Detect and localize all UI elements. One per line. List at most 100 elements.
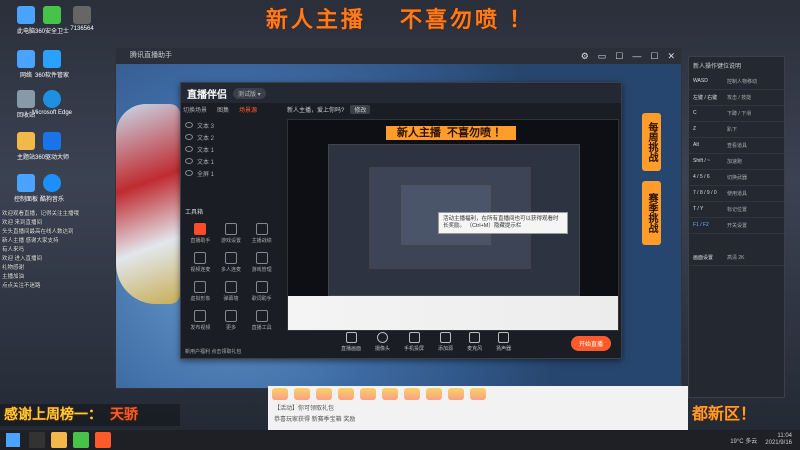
- hotkey-row: 7 / 8 / 9 / 0 使用道具: [689, 186, 784, 202]
- hotkey-row: Z 趴下: [689, 122, 784, 138]
- tool-stats[interactable]: 主播战绩: [246, 223, 277, 244]
- edit-title-button[interactable]: 修改: [350, 105, 371, 114]
- hotkey-row: C 下蹲 / 下滑: [689, 106, 784, 122]
- gift-icon[interactable]: [272, 388, 288, 400]
- emoji-row: [268, 386, 688, 402]
- chat-line: 点点关注不迷路: [2, 283, 41, 289]
- edge-icon: [43, 90, 61, 108]
- gift-icon[interactable]: [404, 388, 420, 400]
- season-challenge-badge[interactable]: 赛季挑战: [642, 181, 661, 245]
- eye-icon[interactable]: [185, 122, 193, 128]
- browser-line[interactable]: 恭喜玩家获得 新赛季宝箱 奖励: [268, 413, 688, 424]
- lyrics-icon: [255, 281, 268, 293]
- desktop-icon-edge[interactable]: Microsoft Edge: [30, 90, 74, 116]
- file-explorer-icon[interactable]: [51, 432, 67, 448]
- tool-video-link[interactable]: 视频连麦: [185, 252, 216, 273]
- tool-danmaku[interactable]: 弹幕墙: [216, 281, 247, 302]
- tab-sources[interactable]: 场景源: [239, 105, 257, 114]
- tool-multi-link[interactable]: 多人连麦: [216, 252, 247, 273]
- eye-icon[interactable]: [185, 134, 193, 140]
- tab-scenes[interactable]: 切换场景: [183, 105, 207, 114]
- group-icon: [224, 252, 237, 264]
- windows-start-icon[interactable]: [6, 433, 20, 447]
- clock[interactable]: 11:04 2021/9/16: [765, 433, 792, 447]
- thanks-text: 感谢上周榜一：: [4, 406, 102, 422]
- speaker-button[interactable]: 扬声器: [496, 332, 511, 352]
- control-bar: 直播画面 摄像头 手机投屏 添加源 麦克风 扬声器 开始直播: [287, 329, 617, 355]
- gift-icon[interactable]: [470, 388, 486, 400]
- tab-gallery[interactable]: 图集: [217, 105, 229, 114]
- close-icon[interactable]: ✕: [667, 48, 675, 64]
- gift-icon[interactable]: [316, 388, 332, 400]
- hotkey-row: F1 / F2 开关设置: [689, 218, 784, 234]
- tool-game-manage[interactable]: 游戏管理: [246, 252, 277, 273]
- speaker-icon: [498, 332, 510, 343]
- desktop-icon-360-store[interactable]: 360软件管家: [30, 50, 74, 79]
- popout-icon[interactable]: ▭: [598, 48, 607, 64]
- source-item[interactable]: 文本 1: [185, 143, 277, 155]
- layout-icon[interactable]: ☐: [615, 48, 623, 64]
- weather-text[interactable]: 19°C 多云: [730, 436, 757, 445]
- mic-button[interactable]: 麦克风: [467, 332, 482, 352]
- chat-line: 礼物感谢: [2, 265, 25, 271]
- start-live-button[interactable]: 开始直播: [570, 336, 611, 351]
- maximize-icon[interactable]: ☐: [650, 48, 658, 64]
- source-item[interactable]: 文本 3: [185, 119, 277, 131]
- plus-icon: [440, 332, 452, 343]
- desktop-icon-video[interactable]: 7136564: [60, 6, 104, 32]
- tool-more[interactable]: 更多: [216, 310, 247, 331]
- eye-icon[interactable]: [185, 146, 193, 152]
- browser-line[interactable]: 【活动】你可领取礼包: [268, 402, 688, 413]
- live-companion-taskbar-icon[interactable]: [95, 432, 111, 448]
- gift-icon[interactable]: [294, 388, 310, 400]
- gift-icon[interactable]: [448, 388, 464, 400]
- banner-right-text: 不喜勿喷 ！: [399, 7, 535, 32]
- desktop-icon-kugou[interactable]: 酷狗音乐: [30, 174, 74, 203]
- gift-icon[interactable]: [360, 388, 376, 400]
- gift-icon[interactable]: [426, 388, 442, 400]
- stats-icon: [255, 223, 268, 235]
- tool-publish[interactable]: 发布视频: [185, 310, 216, 331]
- stream-preview: 新人主播 不喜勿喷 ！ 活动主播福利，在所有直播间也可以获得观看时长奖励。 （C…: [287, 119, 619, 331]
- video-call-icon: [194, 252, 207, 264]
- tool-live-tools[interactable]: 直播工具: [246, 310, 277, 331]
- eye-icon[interactable]: [185, 170, 193, 176]
- hotkey-title: 新人操作键位说明: [693, 64, 742, 70]
- gift-icon[interactable]: [382, 388, 398, 400]
- source-item[interactable]: 文本 1: [185, 155, 277, 167]
- settings-icon[interactable]: ⚙: [581, 48, 589, 64]
- display-settings-row[interactable]: 画面设置 高清 2K: [689, 250, 784, 266]
- search-icon[interactable]: [29, 432, 45, 448]
- phone-cast-button[interactable]: 手机投屏: [404, 332, 424, 352]
- eye-icon[interactable]: [185, 158, 193, 164]
- hotkey-row: Alt 查看道具: [689, 138, 784, 154]
- app-360-icon[interactable]: [73, 432, 89, 448]
- preview-browser-strip: [288, 296, 618, 330]
- bottom-hint[interactable]: 新用户福利 点击领取礼包: [185, 348, 241, 355]
- info-popup[interactable]: 活动主播福利，在所有直播间也可以获得观看时长奖励。 （Ctrl+M）隐藏提示栏: [438, 212, 568, 234]
- screen-button[interactable]: 直播画面: [341, 332, 361, 352]
- source-item[interactable]: 全屏 1: [185, 167, 277, 179]
- gamepad-icon: [224, 223, 237, 235]
- minimize-icon[interactable]: —: [632, 48, 641, 64]
- chat-line: 有人来吗: [2, 247, 25, 253]
- desktop-icon-driver[interactable]: 360驱动大师: [30, 132, 74, 161]
- tool-game-settings[interactable]: 游戏设置: [216, 223, 247, 244]
- chat-line: 新人主播 感谢大家支持: [2, 238, 59, 244]
- assistant-icon: [194, 223, 207, 235]
- gift-icon[interactable]: [338, 388, 354, 400]
- room-title: 新人主播，爱上你吗?: [287, 108, 345, 114]
- video-file-icon: [73, 6, 91, 24]
- tools-icon: [255, 310, 268, 322]
- version-dropdown[interactable]: 测试版 ▾: [233, 87, 266, 99]
- tool-avatar[interactable]: 虚拟形象: [185, 281, 216, 302]
- camera-button[interactable]: 摄像头: [375, 332, 390, 352]
- add-source-button[interactable]: 添加源: [438, 332, 453, 352]
- tool-lyrics[interactable]: 歌词助手: [246, 281, 277, 302]
- source-item[interactable]: 文本 2: [185, 131, 277, 143]
- store-icon: [43, 50, 61, 68]
- tool-live-assistant[interactable]: 直播助手: [185, 223, 216, 244]
- hotkey-row: WASD 控制人物移动: [689, 74, 784, 90]
- manage-icon: [255, 252, 268, 264]
- weekly-challenge-badge[interactable]: 每周挑战: [642, 113, 661, 171]
